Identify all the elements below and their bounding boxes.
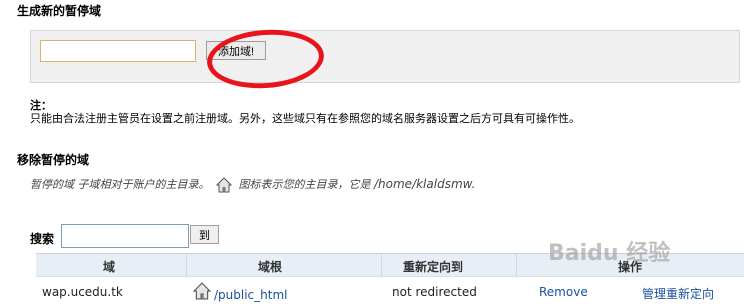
search-label: 搜索 <box>30 232 55 246</box>
row-root-link[interactable]: /public_html <box>214 288 287 302</box>
header-domain: 域 <box>103 260 116 274</box>
home-path: /home/klaldsmw. <box>374 177 476 191</box>
remove-domain-title: 移除暂停的域 <box>17 153 90 167</box>
remove-link[interactable]: Remove <box>539 285 588 299</box>
watermark: Baidu 经验 <box>548 241 671 266</box>
create-domain-title: 生成新的暂停域 <box>17 4 102 18</box>
info-middle: 图标表示您的主目录，它是 <box>238 178 371 191</box>
manage-redirect-link[interactable]: 管理重新定向 <box>642 285 714 302</box>
home-icon <box>193 282 211 300</box>
header-redirect: 重新定向到 <box>403 260 464 274</box>
header-root: 域根 <box>258 260 283 274</box>
row-redirect: not redirected <box>392 285 477 299</box>
search-input[interactable] <box>61 224 189 248</box>
table-row: wap.ucedu.tk /public_html not redirected… <box>36 276 744 307</box>
info-line: 暂停的域 子域相对于账户的主目录。 图标表示您的主目录，它是 /home/kla… <box>30 176 476 193</box>
row-domain: wap.ucedu.tk <box>42 285 123 299</box>
domain-input[interactable] <box>40 40 196 62</box>
note-text: 只能由合法注册主管员在设置之前注册域。另外，这些域只有在参照您的域名服务器设置之… <box>30 112 580 125</box>
home-icon <box>216 177 232 193</box>
info-prefix: 暂停的域 子域相对于账户的主目录。 <box>30 178 210 191</box>
search-go-button[interactable]: 到 <box>190 225 219 244</box>
